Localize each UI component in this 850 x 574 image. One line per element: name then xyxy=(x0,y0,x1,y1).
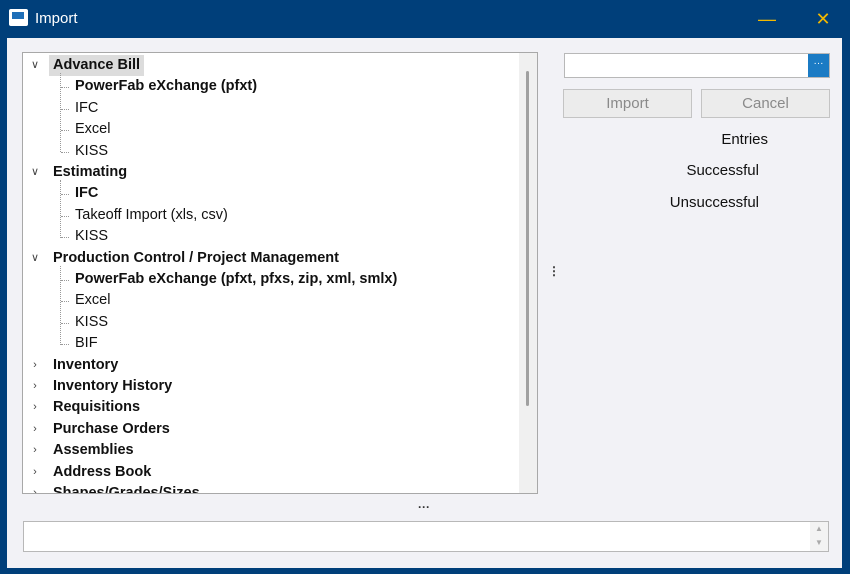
tree-connector xyxy=(61,130,69,132)
tree-group-item[interactable]: Estimating xyxy=(53,162,127,183)
app-icon xyxy=(9,9,28,26)
tree-group-item[interactable]: Shapes/Grades/Sizes xyxy=(53,483,200,493)
log-scrollbar[interactable]: ▲ ▼ xyxy=(810,522,828,551)
tree-connector xyxy=(61,322,69,324)
chevron-right-icon[interactable]: › xyxy=(29,462,41,483)
tree-group-item[interactable]: Advance Bill xyxy=(49,55,145,76)
chevron-down-icon[interactable]: ∨ xyxy=(29,162,41,183)
tree-connector xyxy=(61,301,69,303)
chevron-right-icon[interactable]: › xyxy=(29,355,41,376)
chevron-right-icon[interactable]: › xyxy=(29,440,41,461)
browse-button[interactable]: ··· xyxy=(808,54,829,77)
chevron-right-icon[interactable]: › xyxy=(29,483,41,493)
tree-child-item[interactable]: Takeoff Import (xls, csv) xyxy=(75,205,228,226)
tree-group-item[interactable]: Address Book xyxy=(53,462,151,483)
minimize-button[interactable]: — xyxy=(754,6,780,32)
import-button[interactable]: Import xyxy=(563,89,692,118)
tree-connector xyxy=(61,87,69,89)
tree-scrollbar[interactable] xyxy=(519,53,537,493)
tree-group-item[interactable]: Purchase Orders xyxy=(53,419,170,440)
entries-label: Entries xyxy=(721,131,768,148)
tree-group-item[interactable]: Inventory History xyxy=(53,376,172,397)
tree-connector xyxy=(61,194,69,196)
cancel-button[interactable]: Cancel xyxy=(701,89,830,118)
tree-connector xyxy=(61,344,69,346)
tree-connector xyxy=(61,108,69,110)
window-title: Import xyxy=(35,10,78,27)
tree-group-item[interactable]: Assemblies xyxy=(53,440,134,461)
close-icon: ✕ xyxy=(815,9,831,29)
vertical-splitter[interactable]: ⋮ xyxy=(548,264,560,278)
chevron-down-icon[interactable]: ∨ xyxy=(29,55,41,76)
dialog-body: ∨ Advance Bill PowerFab eXchange (pfxt) IFC… xyxy=(7,38,842,568)
log-textbox[interactable]: ▲ ▼ xyxy=(23,521,829,552)
scroll-up-icon[interactable]: ▲ xyxy=(810,522,828,536)
unsuccessful-label: Unsuccessful xyxy=(669,194,759,211)
tree-connector xyxy=(61,280,69,281)
tree-group-item[interactable]: Production Control / Project Management xyxy=(53,248,339,269)
tree-child-item[interactable]: BIF xyxy=(75,333,98,354)
tree-child-item[interactable]: KISS xyxy=(75,312,108,333)
tree-child-item[interactable]: KISS xyxy=(75,226,108,247)
tree-connector xyxy=(61,151,69,153)
tree-group-item[interactable]: Inventory xyxy=(53,355,118,376)
tree-child-item[interactable]: IFC xyxy=(75,183,98,204)
file-path-input[interactable]: ··· xyxy=(564,53,830,78)
import-type-tree[interactable]: ∨ Advance Bill PowerFab eXchange (pfxt) IFC… xyxy=(22,52,538,494)
chevron-right-icon[interactable]: › xyxy=(29,397,41,418)
tree-child-item[interactable]: PowerFab eXchange (pfxt) xyxy=(75,76,257,97)
title-bar: Import — ✕ xyxy=(0,0,850,38)
tree-child-item[interactable]: IFC xyxy=(75,98,98,119)
tree-connector xyxy=(61,237,69,239)
tree-child-item[interactable]: PowerFab eXchange (pfxt, pfxs, zip, xml,… xyxy=(75,269,397,290)
successful-label: Successful xyxy=(686,162,759,179)
horizontal-splitter[interactable]: ··· xyxy=(418,500,430,514)
scroll-down-icon[interactable]: ▼ xyxy=(810,536,828,550)
chevron-right-icon[interactable]: › xyxy=(29,376,41,397)
tree-child-item[interactable]: Excel xyxy=(75,290,110,311)
chevron-down-icon[interactable]: ∨ xyxy=(29,248,41,269)
close-button[interactable]: ✕ xyxy=(810,6,836,32)
tree-connector xyxy=(60,265,61,345)
tree-connector xyxy=(60,73,61,152)
tree-child-item[interactable]: KISS xyxy=(75,141,108,162)
chevron-right-icon[interactable]: › xyxy=(29,419,41,440)
tree-connector xyxy=(60,180,61,238)
scroll-thumb[interactable] xyxy=(526,71,529,406)
minimize-icon: — xyxy=(758,9,776,29)
tree-connector xyxy=(61,215,69,217)
tree-child-item[interactable]: Excel xyxy=(75,119,110,140)
tree-group-item[interactable]: Requisitions xyxy=(53,397,140,418)
